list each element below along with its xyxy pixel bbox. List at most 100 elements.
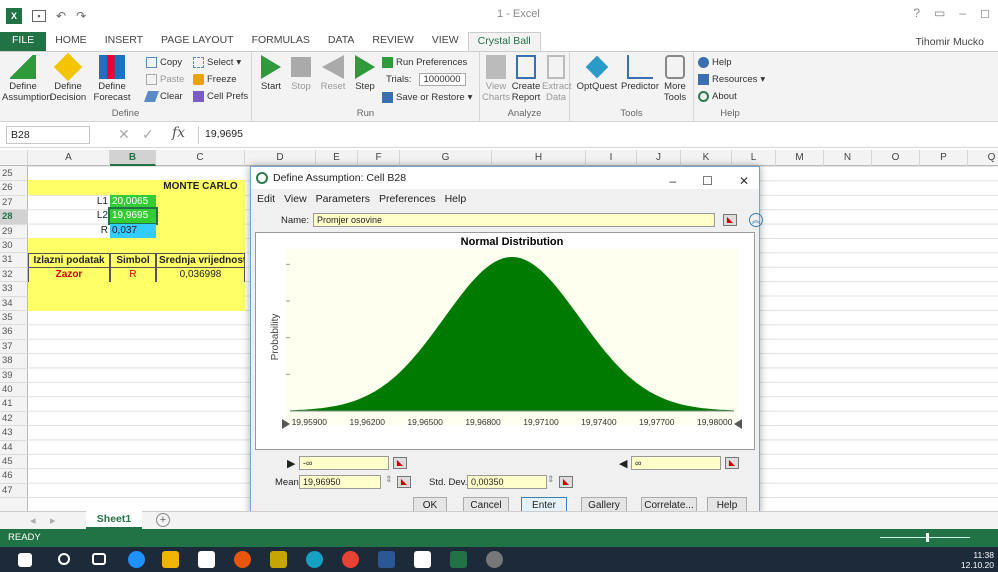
menu-edit[interactable]: Edit [257,193,275,205]
app-icon[interactable] [234,551,251,568]
cell-prefs-button[interactable]: Cell Prefs [193,89,248,103]
run-preferences-button[interactable]: Run Preferences [382,55,467,69]
mean-input[interactable]: 19,96950 [299,475,381,489]
zoom-slider[interactable] [880,537,970,538]
row-header[interactable]: 25 [0,167,28,182]
tab-data[interactable]: DATA [319,32,363,51]
app3-icon[interactable] [306,551,323,568]
redo-icon[interactable]: ↷ [76,9,86,23]
dialog-close-icon[interactable]: ✕ [739,170,749,192]
mean-spin-icon[interactable]: ⇕ [385,474,393,485]
column-header[interactable]: N [824,150,872,166]
next-sheet-icon[interactable]: ▸ [50,514,56,527]
help-icon[interactable]: ? [913,6,920,20]
column-header[interactable]: D [245,150,316,166]
enter-icon[interactable]: ✓ [142,126,154,143]
title-cell[interactable]: MONTE CARLO [156,180,245,238]
std-dev-input[interactable]: 0,00350 [467,475,547,489]
menu-help[interactable]: Help [445,193,467,205]
collapse-icon[interactable]: ︽ [748,213,763,227]
zoom-thumb[interactable] [926,533,929,542]
restore-icon[interactable]: ▭ [934,6,945,20]
row-header[interactable]: 45 [0,455,28,470]
pdf-icon[interactable] [414,551,431,568]
row-header[interactable]: 30 [0,239,28,254]
row-header[interactable]: 44 [0,441,28,455]
l2-value[interactable]: 19,9695 [108,207,158,225]
excel-taskbar-icon[interactable] [450,551,467,568]
mean-cell-ref-icon[interactable]: ◣ [397,476,411,488]
row-header[interactable]: 47 [0,484,28,499]
save-restore-button[interactable]: Save or Restore ▾ [382,90,472,104]
word-icon[interactable] [378,551,395,568]
column-header[interactable]: L [732,150,776,166]
resources-button[interactable]: Resources ▾ [698,72,765,86]
row-header[interactable]: 26 [0,181,28,196]
paste-button[interactable]: Paste [146,72,184,86]
define-decision-button[interactable]: Define Decision [48,52,88,103]
minimize-icon[interactable]: – [959,6,966,20]
row-header[interactable]: 28 [0,210,28,225]
define-forecast-button[interactable]: Define Forecast [92,55,132,103]
column-header[interactable]: C [156,150,245,166]
new-sheet-icon[interactable]: + [156,513,170,527]
tab-view[interactable]: VIEW [423,32,468,51]
row-header[interactable]: 46 [0,469,28,484]
row-header[interactable]: 41 [0,397,28,412]
task-view-icon[interactable] [92,553,106,565]
output-mean[interactable]: 0,036998 [156,267,245,283]
select-all-corner[interactable] [0,150,28,166]
cell-ref-icon[interactable]: ◣ [722,214,737,226]
clear-button[interactable]: Clear [143,89,183,103]
copy-button[interactable]: Copy [146,55,182,69]
row-header[interactable]: 43 [0,426,28,441]
prev-sheet-icon[interactable]: ◂ [30,514,36,527]
windows-start-icon[interactable] [18,553,32,567]
freeze-button[interactable]: Freeze [193,72,237,86]
edge-icon[interactable] [128,551,145,568]
min-input[interactable]: -∞ [299,456,389,470]
name-input[interactable]: Promjer osovine [312,213,715,227]
tab-page-layout[interactable]: PAGE LAYOUT [152,32,243,51]
output-name[interactable]: Zazor [28,267,110,283]
create-report-button[interactable]: Create Report [510,55,542,103]
min-cell-ref-icon[interactable]: ◣ [393,457,407,469]
app4-icon[interactable] [486,551,503,568]
std-cell-ref-icon[interactable]: ◣ [559,476,573,488]
store-icon[interactable] [198,551,215,568]
max-input[interactable]: ∞ [631,456,721,470]
tab-file[interactable]: FILE [0,32,47,51]
menu-view[interactable]: View [284,193,307,205]
cancel-icon[interactable]: ✕ [118,126,130,143]
row-header[interactable]: 37 [0,340,28,355]
r-value[interactable]: 0,037 [110,224,156,238]
column-header[interactable]: Q [968,150,998,166]
row-header[interactable]: 33 [0,282,28,297]
std-spin-icon[interactable]: ⇕ [547,474,555,485]
output-symbol[interactable]: R [110,267,156,283]
about-button[interactable]: About [698,89,737,103]
view-charts-button[interactable]: View Charts [482,55,510,103]
select-button[interactable]: Select ▾ [193,55,241,69]
reset-button[interactable]: Reset [318,55,348,92]
name-box[interactable]: B28 [6,126,90,144]
dialog-maximize-icon[interactable]: ☐ [702,170,713,192]
max-cell-ref-icon[interactable]: ◣ [725,457,739,469]
row-header[interactable]: 39 [0,369,28,383]
tab-formulas[interactable]: FORMULAS [243,32,319,51]
row-header[interactable]: 27 [0,196,28,211]
column-header[interactable]: P [920,150,968,166]
save-icon[interactable]: ▪ [32,10,46,22]
row-header[interactable]: 38 [0,354,28,369]
start-button[interactable]: Start [258,55,284,92]
undo-icon[interactable]: ↶ [56,9,66,23]
row-header[interactable]: 32 [0,268,28,283]
r-label[interactable]: R [28,224,110,238]
tab-review[interactable]: REVIEW [363,32,422,51]
stop-button[interactable]: Stop [288,55,314,92]
extract-data-button[interactable]: Extract Data [542,55,572,103]
column-header[interactable]: O [872,150,920,166]
column-header[interactable]: F [358,150,400,166]
optquest-button[interactable]: OptQuest [574,55,620,92]
more-tools-button[interactable]: More Tools [660,55,690,103]
